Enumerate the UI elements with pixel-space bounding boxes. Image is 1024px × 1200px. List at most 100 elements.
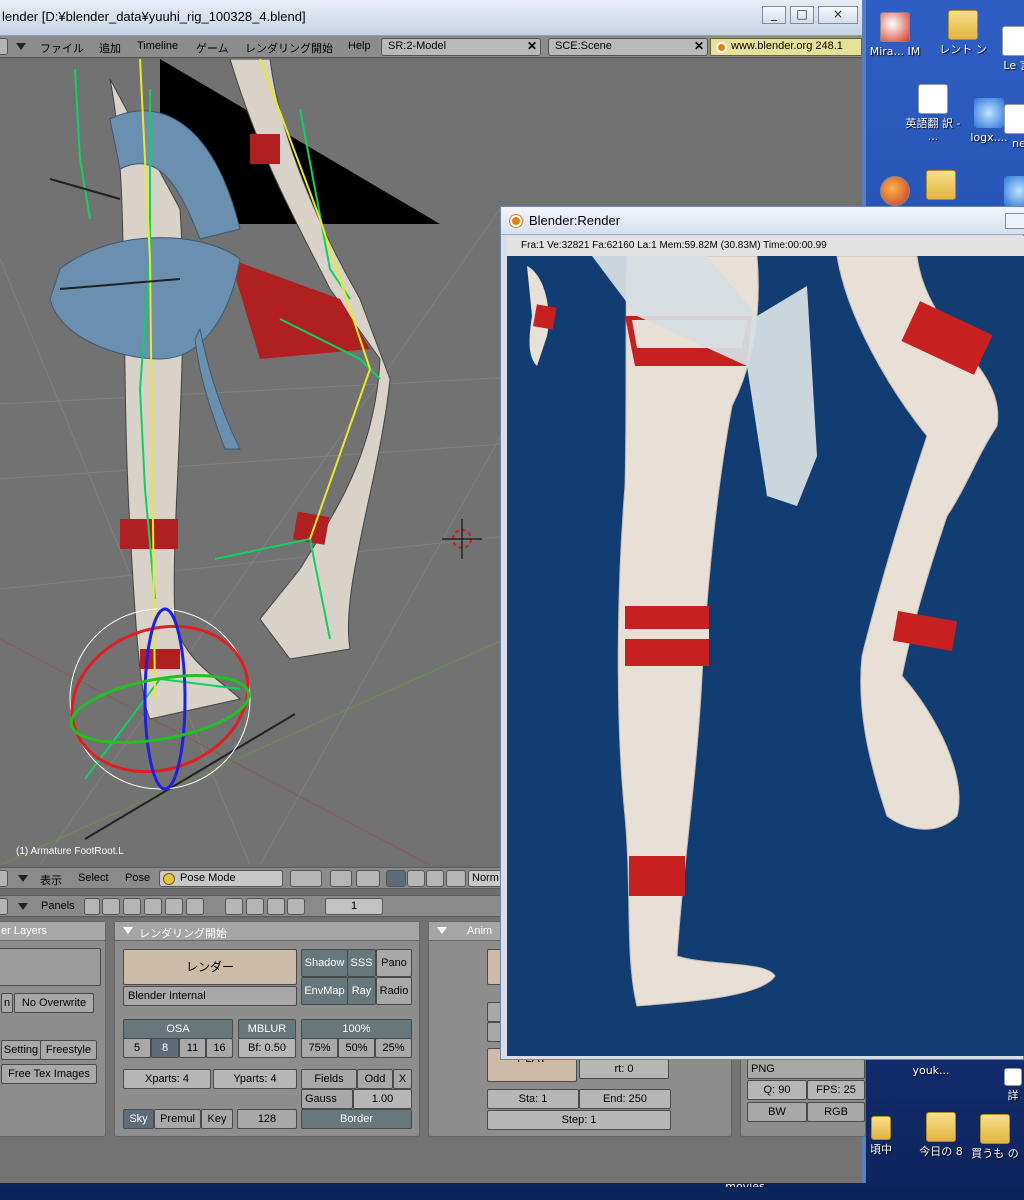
scene-selector[interactable]: SCE:Scene ✕ — [548, 38, 708, 56]
maximize-button[interactable]: □ — [790, 6, 814, 24]
panel-collapse-icon[interactable] — [437, 927, 447, 934]
collapse-icon[interactable] — [18, 875, 28, 882]
sound-icon[interactable] — [267, 898, 285, 915]
render-panel-title[interactable]: レンダリング開始 — [115, 922, 419, 941]
logic-icon[interactable] — [84, 898, 100, 915]
anim-icon[interactable] — [246, 898, 264, 915]
resolution-25-button[interactable]: 25% — [375, 1038, 412, 1058]
quality-field[interactable]: Q: 90 — [747, 1080, 807, 1100]
freestyle-button[interactable]: Freestyle — [40, 1040, 97, 1060]
x-toggle[interactable]: X — [393, 1069, 412, 1089]
menu-game[interactable]: ゲーム — [196, 40, 229, 56]
screen-selector[interactable]: SR:2-Model ✕ — [381, 38, 541, 56]
desktop-icon-le[interactable]: Le 言 — [1002, 26, 1024, 72]
menu-help[interactable]: Help — [348, 40, 371, 52]
menu-file[interactable]: ファイル — [40, 40, 84, 56]
world-icon[interactable] — [287, 898, 305, 915]
desktop-icon-folder[interactable] — [912, 170, 970, 206]
desktop-icon-youk[interactable]: youk... — [902, 1064, 960, 1077]
hand-transform-icon[interactable] — [386, 870, 406, 887]
rgb-toggle[interactable]: RGB — [807, 1102, 865, 1122]
scene-close-icon[interactable]: ✕ — [694, 39, 704, 53]
osa-16-button[interactable]: 16 — [206, 1038, 233, 1058]
radio-toggle[interactable]: Radio — [376, 977, 412, 1005]
desktop-icon-ne[interactable]: ne — [1004, 104, 1024, 150]
menu-pose[interactable]: Pose — [125, 872, 150, 884]
editing-icon[interactable] — [165, 898, 183, 915]
scale-icon[interactable] — [446, 870, 466, 887]
border-toggle[interactable]: Border — [301, 1109, 412, 1129]
editor-type-button[interactable] — [0, 870, 8, 887]
editor-type-button[interactable] — [0, 898, 8, 915]
frame-number-field[interactable]: 1 — [325, 898, 383, 915]
no-overwrite-button[interactable]: No Overwrite — [14, 993, 94, 1013]
layer-list[interactable] — [0, 948, 101, 986]
rotate-icon[interactable] — [426, 870, 444, 887]
odd-toggle[interactable]: Odd — [357, 1069, 393, 1089]
desktop-icon-koro[interactable]: 頃中 — [866, 1116, 896, 1156]
script-icon[interactable] — [102, 898, 120, 915]
envmap-toggle[interactable]: EnvMap — [301, 977, 348, 1005]
start-frame-field[interactable]: Sta: 1 — [487, 1089, 579, 1109]
minimize-button[interactable]: _ — [762, 6, 786, 24]
render-icon[interactable] — [225, 898, 243, 915]
desktop-icon-translate[interactable]: 英語翻 訳 - ... — [904, 84, 962, 143]
mblur-toggle[interactable]: MBLUR — [238, 1019, 296, 1039]
desktop-icon-shosai[interactable]: 詳 — [998, 1068, 1024, 1102]
blender-url[interactable]: www.blender.org 248.1 — [710, 38, 862, 56]
osa-8-button[interactable]: 8 — [151, 1038, 179, 1058]
menu-select[interactable]: Select — [78, 872, 109, 884]
close-button[interactable]: × — [818, 6, 858, 24]
osa-11-button[interactable]: 11 — [179, 1038, 206, 1058]
collapse-icon[interactable] — [18, 903, 28, 910]
pivot-icon[interactable] — [330, 870, 352, 887]
render-button[interactable]: レンダー — [123, 949, 297, 985]
render-window[interactable]: Blender:Render Fra:1 Ve:32821 Fa:62160 L… — [500, 206, 1024, 1060]
collapse-icon[interactable] — [16, 43, 26, 50]
draw-type-selector[interactable] — [290, 870, 322, 887]
filter-size-field[interactable]: 1.00 — [353, 1089, 412, 1109]
mode-selector[interactable]: Pose Mode — [159, 870, 283, 887]
desktop-icon-kyou[interactable]: 今日の 8 — [912, 1112, 970, 1158]
menu-timeline[interactable]: Timeline — [137, 40, 178, 52]
desktop-icon-mira[interactable]: Mira... IM — [866, 12, 924, 58]
osa-5-button[interactable]: 5 — [123, 1038, 151, 1058]
render-window-titlebar[interactable]: Blender:Render — [501, 207, 1024, 235]
resolution-50-button[interactable]: 50% — [338, 1038, 375, 1058]
window-type-button[interactable] — [0, 38, 8, 55]
color-depth-select[interactable]: 128 — [237, 1109, 297, 1129]
screen-close-icon[interactable]: ✕ — [527, 39, 537, 53]
rt-field[interactable]: rt: 0 — [579, 1059, 669, 1079]
menu-render[interactable]: レンダリング開始 — [245, 40, 333, 56]
premul-toggle[interactable]: Premul — [154, 1109, 201, 1129]
sss-toggle[interactable]: SSS — [347, 949, 376, 977]
setting-button[interactable]: Setting — [1, 1040, 41, 1060]
key-toggle[interactable]: Key — [201, 1109, 233, 1129]
scene-icon[interactable] — [186, 898, 204, 915]
proportional-icon[interactable] — [356, 870, 380, 887]
layers-panel-title[interactable]: er Layers — [0, 922, 105, 941]
xparts-field[interactable]: Xparts: 4 — [123, 1069, 211, 1089]
free-tex-images-button[interactable]: Free Tex Images — [1, 1064, 97, 1084]
desktop-icon-misc[interactable] — [1004, 176, 1024, 206]
yparts-field[interactable]: Yparts: 4 — [213, 1069, 297, 1089]
fields-toggle[interactable]: Fields — [301, 1069, 357, 1089]
osa-toggle[interactable]: OSA — [123, 1019, 233, 1039]
bf-field[interactable]: Bf: 0.50 — [238, 1038, 296, 1058]
render-window-restore-button[interactable] — [1005, 213, 1024, 229]
desktop-icon-kaumono[interactable]: 買うも の — [966, 1114, 1024, 1160]
resolution-75-button[interactable]: 75% — [301, 1038, 338, 1058]
shading-icon[interactable] — [123, 898, 141, 915]
sky-toggle[interactable]: Sky — [123, 1109, 154, 1129]
shadow-toggle[interactable]: Shadow — [301, 949, 348, 977]
pano-toggle[interactable]: Pano — [376, 949, 412, 977]
layer-n-button[interactable]: n — [1, 993, 13, 1013]
file-format-select[interactable]: PNG — [747, 1059, 865, 1079]
fps-field[interactable]: FPS: 25 — [807, 1080, 865, 1100]
menu-view[interactable]: 表示 — [40, 872, 62, 888]
translate-icon[interactable] — [407, 870, 425, 887]
end-frame-field[interactable]: End: 250 — [579, 1089, 671, 1109]
bw-toggle[interactable]: BW — [747, 1102, 807, 1122]
ray-toggle[interactable]: Ray — [347, 977, 376, 1005]
menu-add[interactable]: 追加 — [99, 40, 121, 56]
